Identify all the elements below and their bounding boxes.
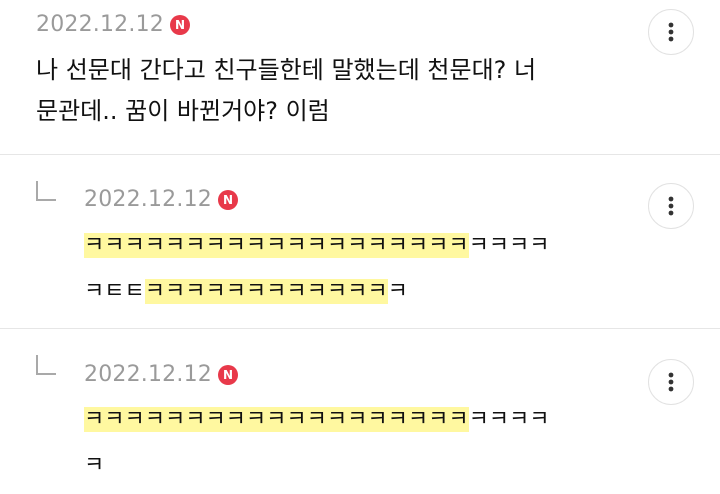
more-vertical-icon: [668, 372, 674, 392]
more-vertical-icon: [668, 22, 674, 42]
reply-item: 2022.12.12 N ㅋㅋㅋㅋㅋㅋㅋㅋㅋㅋㅋㅋㅋㅋㅋㅋㅋㅋㅋㅋㅋㅋㅋ ㅋㅌㅌ…: [0, 155, 720, 328]
comment-text: ㅋㅋㅋㅋㅋㅋㅋㅋㅋㅋㅋㅋㅋㅋㅋㅋㅋㅋㅋㅋㅋㅋㅋ ㅋ: [84, 397, 550, 489]
comment-item: 2022.12.12 N 나 선문대 간다고 친구들한테 말했는데 천문대? 너…: [0, 0, 720, 154]
comment-line: 나 선문대 간다고 친구들한테 말했는데 천문대? 너: [36, 56, 537, 84]
new-badge-icon: N: [169, 14, 190, 35]
comment-date: 2022.12.12: [84, 187, 212, 212]
highlighted-text: ㅋㅋㅋㅋㅋㅋㅋㅋㅋㅋㅋㅋㅋㅋㅋㅋㅋㅋㅋ: [84, 407, 469, 432]
comment-line: ㅋㅌㅌㅋㅋㅋㅋㅋㅋㅋㅋㅋㅋㅋㅋㅋ: [84, 269, 550, 315]
highlighted-text: ㅋㅋㅋㅋㅋㅋㅋㅋㅋㅋㅋㅋㅋㅋㅋㅋㅋㅋㅋ: [84, 233, 469, 258]
plain-text: ㅋㅋㅋㅋ: [468, 233, 550, 258]
comment-line: ㅋㅋㅋㅋㅋㅋㅋㅋㅋㅋㅋㅋㅋㅋㅋㅋㅋㅋㅋㅋㅋㅋㅋ: [84, 223, 550, 269]
comment-date: 2022.12.12: [84, 362, 212, 387]
comment-line: ㅋ: [84, 453, 105, 478]
plain-text: ㅋㅌㅌ: [84, 279, 145, 304]
reply-corner-icon: [36, 355, 56, 375]
new-badge-icon: N: [217, 364, 238, 385]
comment-meta: 2022.12.12 N: [36, 12, 190, 37]
highlighted-text: ㅋㅋㅋㅋㅋㅋㅋㅋㅋㅋㅋㅋ: [144, 279, 388, 304]
plain-text: ㅋ: [387, 279, 408, 304]
more-options-button[interactable]: [648, 9, 694, 55]
more-vertical-icon: [668, 196, 674, 216]
comment-text: 나 선문대 간다고 친구들한테 말했는데 천문대? 너 문관데.. 꿈이 바뀐거…: [36, 50, 536, 132]
comment-date: 2022.12.12: [36, 12, 164, 37]
comment-line: ㅋㅋㅋㅋㅋㅋㅋㅋㅋㅋㅋㅋㅋㅋㅋㅋㅋㅋㅋㅋㅋㅋㅋ: [84, 397, 550, 443]
comment-meta: 2022.12.12 N: [84, 362, 238, 387]
more-options-button[interactable]: [648, 183, 694, 229]
comment-text: ㅋㅋㅋㅋㅋㅋㅋㅋㅋㅋㅋㅋㅋㅋㅋㅋㅋㅋㅋㅋㅋㅋㅋ ㅋㅌㅌㅋㅋㅋㅋㅋㅋㅋㅋㅋㅋㅋㅋㅋ: [84, 223, 550, 315]
reply-item: 2022.12.12 N ㅋㅋㅋㅋㅋㅋㅋㅋㅋㅋㅋㅋㅋㅋㅋㅋㅋㅋㅋㅋㅋㅋㅋ ㅋ: [0, 329, 720, 494]
comment-meta: 2022.12.12 N: [84, 187, 238, 212]
plain-text: ㅋㅋㅋㅋ: [468, 407, 550, 432]
more-options-button[interactable]: [648, 359, 694, 405]
new-badge-icon: N: [217, 189, 238, 210]
reply-corner-icon: [36, 181, 56, 201]
comment-line: 문관데.. 꿈이 바뀐거야? 이럼: [36, 97, 330, 125]
